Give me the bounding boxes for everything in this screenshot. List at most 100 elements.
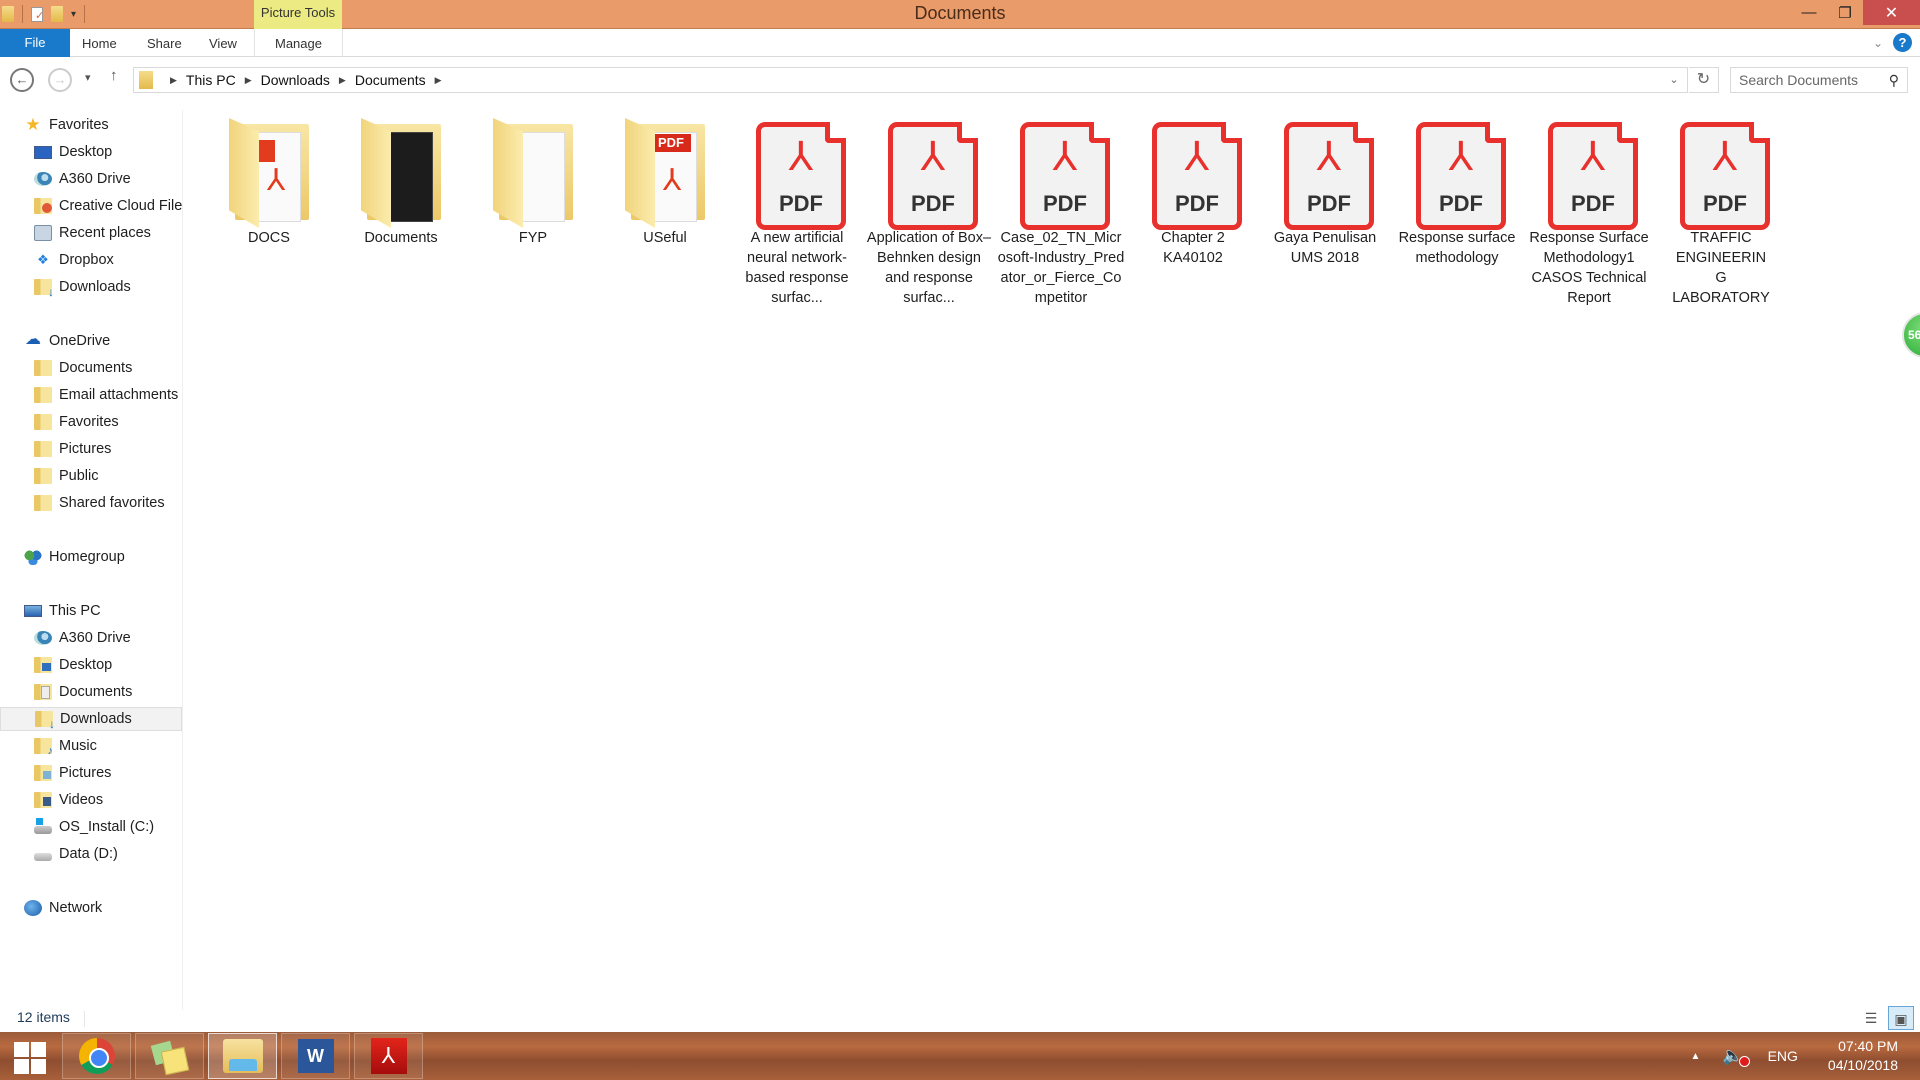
chrome-icon: [78, 1038, 115, 1074]
pdf-file-item[interactable]: ⅄ PDF Response surface methodology: [1393, 114, 1521, 268]
pdf-file-item[interactable]: ⅄ PDF TRAFFIC ENGINEERING LABORATORY: [1657, 114, 1785, 308]
sidebar-item-pc-downloads[interactable]: Downloads: [0, 707, 182, 731]
clock[interactable]: 07:40 PM 04/10/2018: [1828, 1037, 1898, 1075]
pdf-file-item[interactable]: ⅄ PDF Case_02_TN_Microsoft-Industry_Preda…: [997, 114, 1125, 308]
sidebar-item-onedrive[interactable]: ☁ OneDrive: [0, 329, 182, 353]
sidebar-item-pc-pictures[interactable]: Pictures: [0, 761, 182, 785]
address-bar[interactable]: ▶ This PC ▶ Downloads ▶ Documents ▶ ⌄: [133, 67, 1688, 93]
item-count: 12 items: [17, 1009, 70, 1025]
sidebar-item-pc-desktop[interactable]: Desktop: [0, 653, 182, 677]
sidebar-item-a360-drive[interactable]: A360 Drive: [0, 167, 182, 191]
pdf-file-icon: ⅄ PDF: [1152, 122, 1242, 230]
sticky-notes-icon: [151, 1039, 189, 1073]
downloads-folder-icon: [34, 279, 54, 299]
pdf-file-item[interactable]: ⅄ PDF Application of Box–Behnken design a…: [865, 114, 993, 308]
forward-button[interactable]: →: [48, 68, 72, 92]
sidebar-item-creative-cloud-files[interactable]: Creative Cloud Files: [0, 194, 182, 218]
sidebar-item-downloads[interactable]: Downloads: [0, 275, 182, 299]
speaker-muted-icon[interactable]: 🔈: [1722, 1046, 1750, 1067]
help-icon[interactable]: ?: [1893, 33, 1912, 52]
show-hidden-icons-icon[interactable]: ▲: [1691, 1051, 1701, 1062]
taskbar-word[interactable]: W: [281, 1033, 350, 1079]
sidebar-item-network[interactable]: Network: [0, 896, 182, 920]
sidebar-item-recent-places[interactable]: Recent places: [0, 221, 182, 245]
music-folder-icon: [34, 738, 53, 757]
file-name: USeful: [643, 230, 687, 246]
restore-button[interactable]: ❐: [1827, 0, 1863, 25]
customize-qat-icon[interactable]: ▾: [71, 9, 76, 20]
tab-file[interactable]: File: [0, 29, 70, 57]
taskbar-acrobat[interactable]: ⅄: [354, 1033, 423, 1079]
taskbar-file-explorer[interactable]: [208, 1033, 277, 1079]
folder-item[interactable]: Documents: [337, 114, 465, 248]
folder-thumbnail: ⅄: [219, 114, 319, 228]
pdf-file-item[interactable]: ⅄ PDF Gaya Penulisan UMS 2018: [1261, 114, 1389, 268]
folder-item[interactable]: ⅄ DOCS: [205, 114, 333, 248]
breadcrumb-this-pc[interactable]: This PC: [186, 72, 236, 88]
recent-locations-icon[interactable]: ▾: [85, 71, 91, 84]
refresh-button[interactable]: ↻: [1689, 67, 1719, 93]
sidebar-item-pc-a360-drive[interactable]: A360 Drive: [0, 626, 182, 650]
breadcrumb-documents[interactable]: Documents: [355, 72, 426, 88]
drive-icon: [34, 853, 52, 861]
breadcrumb-downloads[interactable]: Downloads: [261, 72, 330, 88]
sidebar-item-drive-d[interactable]: Data (D:): [0, 842, 182, 866]
large-icons-view-button[interactable]: ▣: [1888, 1006, 1914, 1030]
close-button[interactable]: ✕: [1863, 0, 1920, 25]
floating-counter-badge[interactable]: 56: [1902, 312, 1920, 358]
taskbar-chrome[interactable]: [62, 1033, 131, 1079]
back-button[interactable]: ←: [10, 68, 34, 92]
sidebar-item-homegroup[interactable]: Homegroup: [0, 545, 182, 569]
breadcrumb-separator-icon[interactable]: ▶: [435, 75, 442, 86]
folder-icon: [493, 118, 575, 228]
pdf-file-item[interactable]: ⅄ PDF Response Surface Methodology1 CASOS…: [1525, 114, 1653, 308]
tab-share[interactable]: Share: [147, 29, 182, 57]
star-icon: ★: [25, 115, 41, 134]
folder-icon: PDF ⅄: [625, 118, 707, 228]
minimize-button[interactable]: —: [1791, 0, 1827, 25]
properties-icon[interactable]: [31, 6, 44, 22]
sidebar-item-desktop[interactable]: Desktop: [0, 140, 182, 164]
sidebar-item-label: Downloads: [60, 711, 132, 727]
file-name: Chapter 2 KA40102: [1161, 230, 1225, 266]
pdf-file-item[interactable]: ⅄ PDF Chapter 2 KA40102: [1129, 114, 1257, 268]
sidebar-item-label: A360 Drive: [59, 171, 131, 187]
sidebar-item-onedrive-documents[interactable]: Documents: [0, 356, 182, 380]
tab-manage[interactable]: Manage: [254, 29, 343, 57]
sidebar-item-dropbox[interactable]: ❖ Dropbox: [0, 248, 182, 272]
new-folder-icon[interactable]: [51, 6, 63, 22]
address-history-dropdown-icon[interactable]: ⌄: [1661, 68, 1687, 92]
sidebar-item-email-attachments[interactable]: Email attachments: [0, 383, 182, 407]
clock-date: 04/10/2018: [1827, 1057, 1898, 1073]
sidebar-item-shared-favorites[interactable]: Shared favorites: [0, 491, 182, 515]
sidebar-item-onedrive-pictures[interactable]: Pictures: [0, 437, 182, 461]
sidebar-item-onedrive-favorites[interactable]: Favorites: [0, 410, 182, 434]
start-button[interactable]: [14, 1042, 46, 1074]
taskbar-sticky-notes[interactable]: [135, 1033, 204, 1079]
sidebar-item-drive-c[interactable]: OS_Install (C:): [0, 815, 182, 839]
search-icon[interactable]: ⚲: [1889, 68, 1899, 92]
sidebar-item-pc-music[interactable]: Music: [0, 734, 182, 758]
sidebar-item-public[interactable]: Public: [0, 464, 182, 488]
input-language[interactable]: ENG: [1768, 1048, 1798, 1064]
tab-view[interactable]: View: [209, 29, 237, 57]
documents-folder-icon: [34, 684, 52, 700]
expand-ribbon-icon[interactable]: ⌄: [1873, 36, 1883, 50]
sidebar-item-pc-documents[interactable]: Documents: [0, 680, 182, 704]
folder-icon: [34, 468, 52, 484]
sidebar-item-this-pc[interactable]: This PC: [0, 599, 182, 623]
breadcrumb-separator-icon[interactable]: ▶: [170, 75, 177, 86]
file-name: A new artificial neural network-based re…: [745, 230, 849, 306]
folder-item[interactable]: PDF ⅄ USeful: [601, 114, 729, 248]
breadcrumb-separator-icon[interactable]: ▶: [245, 75, 252, 86]
details-view-button[interactable]: ☰: [1858, 1006, 1884, 1030]
search-input[interactable]: Search Documents ⚲: [1730, 67, 1908, 93]
up-button[interactable]: ↑: [110, 67, 118, 84]
sidebar-item-favorites[interactable]: ★ Favorites: [0, 113, 182, 137]
pdf-file-icon: ⅄ PDF: [1020, 122, 1110, 230]
sidebar-item-pc-videos[interactable]: Videos: [0, 788, 182, 812]
breadcrumb-separator-icon[interactable]: ▶: [339, 75, 346, 86]
tab-home[interactable]: Home: [82, 29, 117, 57]
pdf-file-item[interactable]: ⅄ PDF A new artificial neural network-bas…: [733, 114, 861, 308]
folder-item[interactable]: FYP: [469, 114, 597, 248]
